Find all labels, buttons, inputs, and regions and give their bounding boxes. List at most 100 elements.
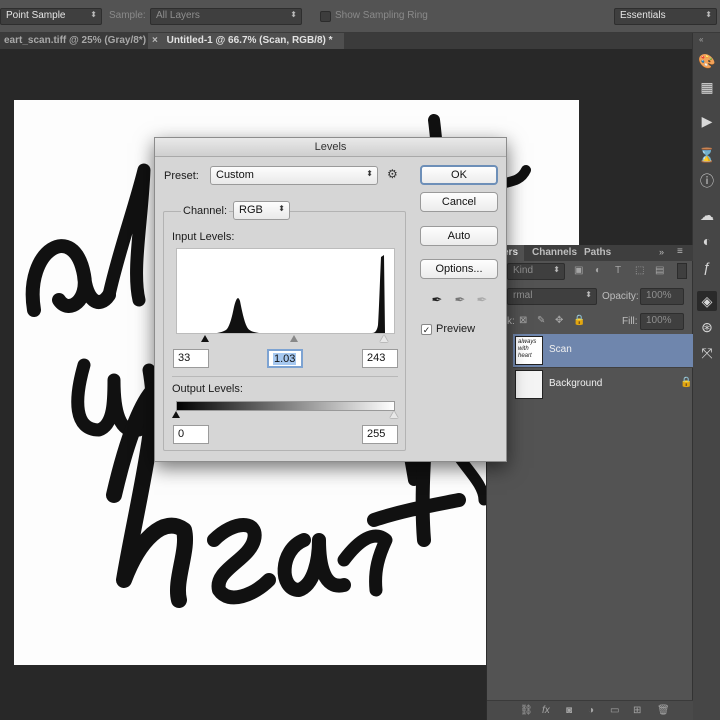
show-sampling-ring-label: Show Sampling Ring: [335, 10, 428, 21]
chevron-updown-icon: ⬍: [278, 204, 285, 213]
preset-dropdown[interactable]: Custom ⬍: [210, 166, 378, 185]
output-black-handle[interactable]: [172, 411, 180, 418]
panel-icon-strip: « 🎨 ▦ ▶ ⌛ ⓘ ☁ ◐ ƒ ◈ ⊛ ⤧: [692, 33, 720, 720]
show-sampling-ring-checkbox[interactable]: [320, 11, 331, 22]
preview-label: Preview: [436, 323, 476, 335]
opacity-value: 100%: [646, 290, 672, 301]
thumbnail-text: always with heart: [518, 339, 537, 359]
tab-label: eart_scan.tiff @ 25% (Gray/8*): [4, 35, 147, 46]
options-button[interactable]: Options...: [420, 259, 498, 279]
history-icon[interactable]: ⌛: [697, 145, 717, 165]
smart-object-filter-icon[interactable]: ▤: [655, 265, 664, 276]
input-gamma-handle[interactable]: [290, 335, 298, 342]
opacity-field[interactable]: 100%: [640, 288, 684, 305]
tab-paths[interactable]: Paths: [578, 245, 617, 261]
sample-label: Sample:: [109, 10, 146, 21]
swatches-icon[interactable]: ▦: [697, 77, 717, 97]
input-levels-label: Input Levels:: [172, 231, 235, 243]
lock-icon: 🔒: [680, 377, 693, 388]
fx-icon[interactable]: fx: [542, 705, 550, 716]
pixel-filter-icon[interactable]: ▣: [574, 265, 583, 276]
input-black-field[interactable]: 33: [173, 349, 209, 368]
preset-label: Preset:: [164, 170, 199, 182]
sample-size-dropdown[interactable]: Point Sample ⬍: [0, 8, 102, 25]
auto-button[interactable]: Auto: [420, 226, 498, 246]
output-white-handle[interactable]: [390, 411, 398, 418]
chevron-updown-icon: ⬍: [553, 265, 560, 274]
lock-label: k:: [507, 316, 515, 327]
layer-mask-icon[interactable]: ◙: [566, 705, 572, 716]
sample-size-value: Point Sample: [6, 10, 66, 21]
cancel-button[interactable]: Cancel: [420, 192, 498, 212]
chevron-updown-icon: ⬍: [366, 169, 373, 178]
styles-fx-icon[interactable]: ƒ: [697, 257, 717, 277]
channel-value: RGB: [239, 204, 263, 216]
collapse-icon[interactable]: »: [659, 247, 664, 257]
input-levels-slider[interactable]: [176, 334, 395, 344]
adjustment-filter-icon[interactable]: ◐: [595, 265, 601, 276]
ok-button[interactable]: OK: [420, 165, 498, 185]
black-eyedropper-icon[interactable]: ✒: [430, 292, 444, 308]
tab-untitled-1[interactable]: × Untitled-1 @ 66.7% (Scan, RGB/8) *: [148, 33, 344, 49]
info-icon[interactable]: ⓘ: [697, 171, 717, 191]
new-adjustment-icon[interactable]: ◑: [588, 705, 594, 716]
collapse-icon[interactable]: «: [699, 35, 715, 44]
fill-label: Fill:: [622, 316, 638, 327]
lock-all-icon[interactable]: 🔒: [573, 315, 585, 326]
adjustments-icon[interactable]: ◐: [697, 231, 717, 251]
layer-filter-dropdown[interactable]: Kind ⬍: [507, 263, 565, 280]
preview-checkbox[interactable]: ✓: [421, 324, 432, 335]
workspace-dropdown[interactable]: Essentials ⬍: [614, 8, 717, 25]
lock-image-icon[interactable]: ✎: [537, 315, 545, 326]
chevron-updown-icon: ⬍: [290, 10, 297, 19]
options-bar: Point Sample ⬍ Sample: All Layers ⬍ Show…: [0, 0, 720, 33]
new-group-icon[interactable]: ▭: [610, 705, 619, 716]
channels-icon[interactable]: ⊛: [697, 317, 717, 337]
lock-transparent-icon[interactable]: ⊠: [519, 315, 527, 326]
layer-row-scan[interactable]: always with heart Scan: [513, 334, 693, 367]
opacity-label: Opacity:: [602, 291, 639, 302]
lock-position-icon[interactable]: ✥: [555, 315, 563, 326]
white-eyedropper-icon[interactable]: ✒: [475, 292, 489, 308]
close-icon[interactable]: ×: [152, 35, 158, 46]
layers-icon[interactable]: ◈: [697, 291, 717, 311]
input-black-handle[interactable]: [201, 335, 209, 342]
output-white-field[interactable]: 255: [362, 425, 398, 444]
workspace-value: Essentials: [620, 10, 666, 21]
input-white-handle[interactable]: [380, 335, 388, 342]
palette-icon[interactable]: 🎨: [697, 51, 717, 71]
layer-row-background[interactable]: Background 🔒: [513, 367, 693, 400]
levels-dialog: Levels Preset: Custom ⬍ ⚙ Channel: RGB ⬍…: [154, 137, 507, 462]
shape-filter-icon[interactable]: ⬚: [635, 265, 644, 276]
preset-options-gear-icon[interactable]: ⚙: [387, 167, 398, 181]
histogram: [176, 248, 395, 334]
output-levels-label: Output Levels:: [172, 383, 243, 395]
new-layer-icon[interactable]: ⊞: [633, 705, 641, 716]
blend-mode-dropdown[interactable]: rmal ⬍: [507, 288, 597, 305]
input-black-value: 33: [178, 352, 191, 364]
input-white-field[interactable]: 243: [362, 349, 398, 368]
filter-toggle[interactable]: [677, 263, 687, 279]
layers-bottom-toolbar: ⛓ fx ◙ ◑ ▭ ⊞ 🗑: [487, 700, 693, 720]
type-filter-icon[interactable]: T: [615, 265, 621, 276]
panel-menu-icon[interactable]: ≡: [677, 246, 683, 257]
layer-name: Scan: [549, 344, 572, 355]
layer-filter-value: Kind: [513, 265, 534, 276]
libraries-icon[interactable]: ☁: [697, 205, 717, 225]
channel-dropdown[interactable]: RGB ⬍: [233, 201, 290, 220]
tab-heart-scan[interactable]: eart_scan.tiff @ 25% (Gray/8*): [0, 33, 148, 49]
output-black-field[interactable]: 0: [173, 425, 209, 444]
output-levels-slider[interactable]: [172, 410, 398, 420]
link-layers-icon[interactable]: ⛓: [520, 705, 533, 716]
fill-value: 100%: [646, 315, 672, 326]
play-actions-icon[interactable]: ▶: [697, 111, 717, 131]
gray-eyedropper-icon[interactable]: ✒: [453, 292, 467, 308]
paths-icon[interactable]: ⤧: [697, 343, 717, 363]
sample-dropdown[interactable]: All Layers ⬍: [150, 8, 302, 25]
trash-icon[interactable]: 🗑: [657, 705, 670, 716]
fill-field[interactable]: 100%: [640, 313, 684, 330]
input-gamma-field[interactable]: 1.03: [267, 349, 303, 368]
tab-channels[interactable]: Channels: [526, 245, 583, 261]
layer-name: Background: [549, 378, 603, 389]
layer-thumbnail: always with heart: [515, 336, 543, 365]
